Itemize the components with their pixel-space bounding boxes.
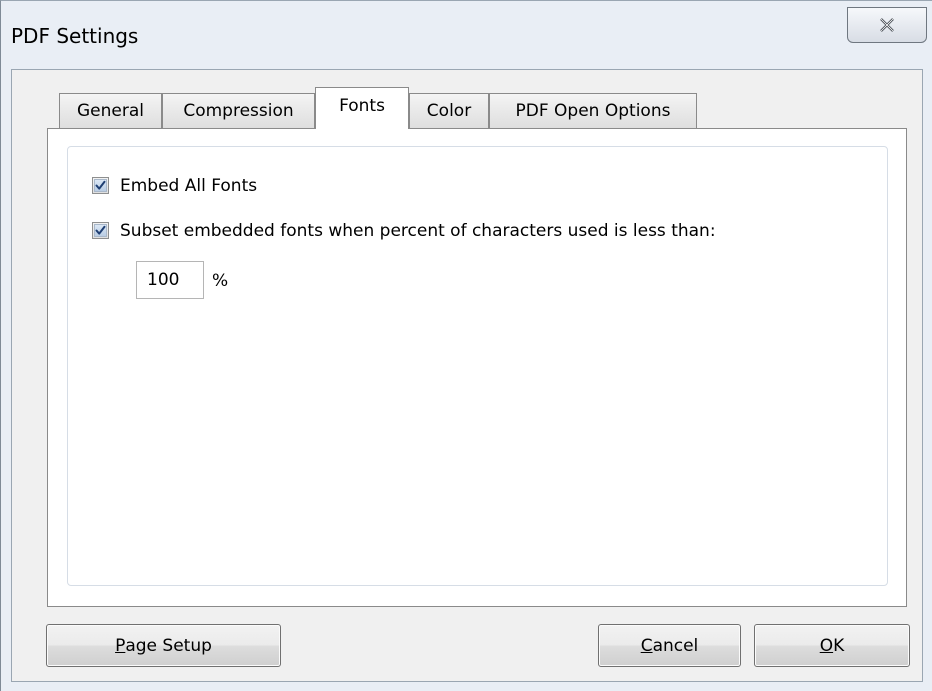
percent-sign: % [212,271,229,291]
tab-pdf-open-options[interactable]: PDF Open Options [489,93,697,128]
tab-color[interactable]: Color [409,93,489,128]
subset-fonts-checkbox[interactable] [92,222,109,239]
cancel-button[interactable]: Cancel [598,624,741,667]
fonts-options-group [67,146,888,586]
page-setup-label: age Setup [125,635,212,656]
cancel-label: ancel [652,635,699,656]
tab-label: General [77,101,144,121]
embed-all-fonts-label[interactable]: Embed All Fonts [120,176,257,196]
ok-mnemonic: O [819,635,834,656]
tab-general[interactable]: General [59,93,162,128]
tab-label: Color [426,101,472,121]
tab-label: Compression [183,101,294,121]
checkmark-icon [95,225,106,235]
page-setup-mnemonic: P [115,635,126,656]
ok-button[interactable]: OK [754,624,910,667]
tab-fonts[interactable]: Fonts [315,87,409,129]
window-title: PDF Settings [11,24,139,48]
ok-label: K [833,635,845,656]
subset-percent-input[interactable] [136,261,204,299]
page-setup-button[interactable]: Page Setup [46,624,281,667]
close-button[interactable] [847,7,927,43]
pdf-settings-dialog: PDF Settings General Compression Fonts C… [0,0,932,691]
cancel-mnemonic: C [640,635,653,656]
checkmark-icon [95,180,106,190]
embed-all-fonts-checkbox[interactable] [92,177,109,194]
subset-fonts-label[interactable]: Subset embedded fonts when percent of ch… [120,221,716,241]
tab-label: Fonts [339,96,385,116]
tab-label: PDF Open Options [515,101,671,121]
tab-compression[interactable]: Compression [162,93,315,128]
close-icon [880,18,894,32]
